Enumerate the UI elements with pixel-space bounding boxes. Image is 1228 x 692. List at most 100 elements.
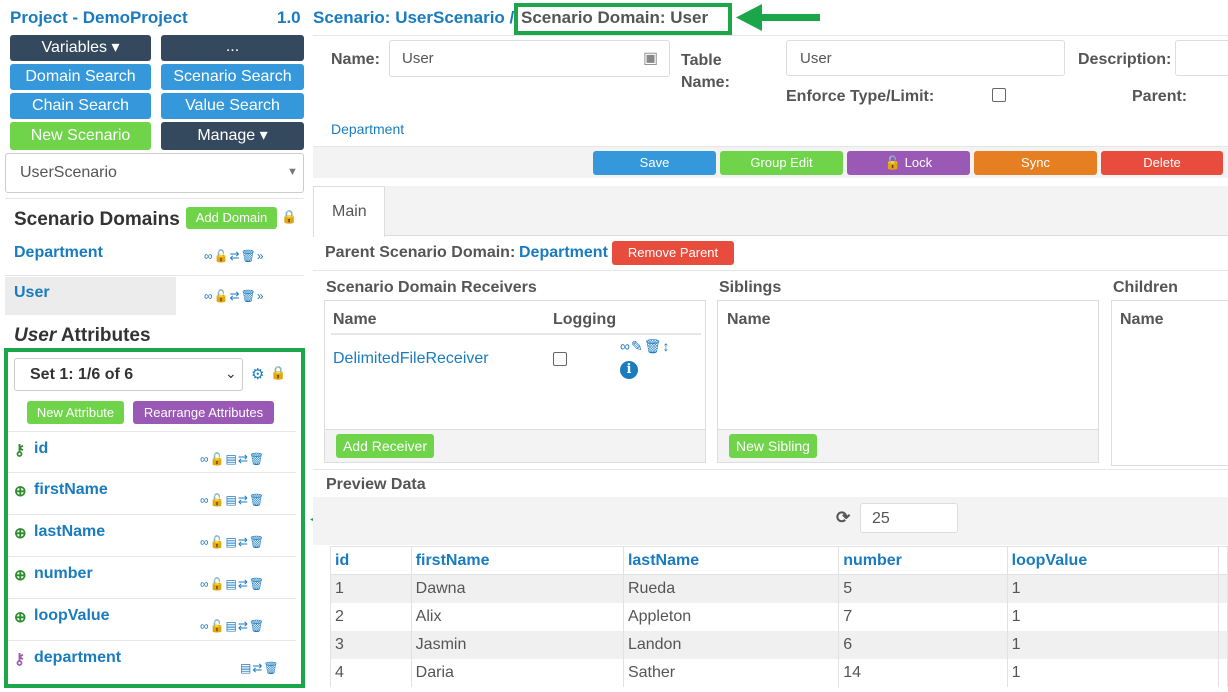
table-cell: Daria bbox=[410, 658, 624, 687]
key-icon: ⚷ bbox=[14, 442, 25, 459]
trash-icon[interactable]: 🗑 bbox=[249, 452, 265, 466]
table-row: 2 Alix Appleton 7 1 bbox=[330, 602, 1228, 631]
trash-icon[interactable]: 🗑 bbox=[249, 493, 265, 507]
breadcrumb-scenario[interactable]: Scenario: UserScenario / bbox=[313, 8, 514, 28]
description-input[interactable] bbox=[1175, 40, 1228, 76]
unlock-icon[interactable]: 🔓 bbox=[210, 619, 226, 633]
move-vertical-icon[interactable]: ↕ bbox=[663, 338, 671, 354]
swap-icon[interactable]: ⇄ bbox=[230, 249, 241, 263]
unlock-icon[interactable]: 🔓 bbox=[210, 493, 226, 507]
attribute-set-select[interactable]: Set 1: 1/6 of 6 ⌄ bbox=[14, 358, 243, 391]
settings-icon[interactable]: ⚙ bbox=[251, 365, 264, 383]
lock-icon[interactable]: 🔒 bbox=[281, 209, 297, 225]
receiver-logging-checkbox[interactable] bbox=[553, 352, 567, 366]
group-edit-button[interactable]: Group Edit bbox=[720, 151, 843, 175]
trash-icon[interactable]: 🗑 bbox=[249, 577, 265, 591]
swap-icon[interactable]: ⇄ bbox=[238, 452, 249, 466]
sync-button[interactable]: Sync bbox=[974, 151, 1097, 175]
attribute-row-firstname[interactable]: ⊕ firstName ∞🔓▤⇄🗑 bbox=[8, 473, 296, 515]
remove-parent-button[interactable]: Remove Parent bbox=[612, 241, 734, 265]
parent-domain-link[interactable]: Department bbox=[519, 244, 608, 262]
trash-icon[interactable]: 🗑 bbox=[644, 338, 663, 355]
attribute-row-lastname[interactable]: ⊕ lastName ∞🔓▤⇄🗑 bbox=[8, 515, 296, 557]
attribute-row-loopvalue[interactable]: ⊕ loopValue ∞🔓▤⇄🗑 bbox=[8, 599, 296, 641]
pencil-icon[interactable]: ✎ bbox=[631, 338, 644, 355]
trash-icon[interactable]: 🗑 bbox=[249, 619, 265, 633]
parent-link[interactable]: Department bbox=[331, 121, 404, 137]
unlock-icon[interactable]: 🔓 bbox=[210, 535, 226, 549]
add-receiver-button[interactable]: Add Receiver bbox=[336, 434, 434, 458]
more-button[interactable]: ... bbox=[161, 35, 304, 61]
scenario-search-button[interactable]: Scenario Search bbox=[161, 64, 304, 90]
swap-icon[interactable]: ⇄ bbox=[238, 577, 249, 591]
attribute-row-number[interactable]: ⊕ number ∞🔓▤⇄🗑 bbox=[8, 557, 296, 599]
unlock-icon[interactable]: 🔓 bbox=[210, 452, 226, 466]
link-icon[interactable]: ∞ bbox=[204, 289, 214, 303]
unlock-icon[interactable]: 🔓 bbox=[214, 249, 230, 263]
swap-icon[interactable]: ⇄ bbox=[238, 619, 249, 633]
link-icon[interactable]: ∞ bbox=[200, 452, 210, 466]
copy-icon[interactable]: ▤ bbox=[240, 661, 252, 675]
swap-icon[interactable]: ⇄ bbox=[230, 289, 241, 303]
attribute-actions: ∞🔓▤⇄🗑 bbox=[200, 535, 265, 549]
trash-icon[interactable]: 🗑 bbox=[241, 289, 257, 303]
info-icon[interactable]: i bbox=[620, 361, 638, 379]
copy-icon[interactable]: ▤ bbox=[226, 577, 238, 591]
copy-icon[interactable]: ▤ bbox=[226, 452, 238, 466]
column-header[interactable]: lastName bbox=[622, 546, 840, 575]
column-header[interactable]: id bbox=[330, 546, 412, 575]
trash-icon[interactable]: 🗑 bbox=[263, 661, 279, 675]
column-header[interactable]: loopValue bbox=[1006, 546, 1219, 575]
enforce-type-checkbox[interactable] bbox=[992, 88, 1006, 102]
refresh-icon[interactable]: ⟳ bbox=[836, 508, 850, 528]
table-name-label-line2: Name: bbox=[681, 74, 730, 91]
receiver-name-link[interactable]: DelimitedFileReceiver bbox=[333, 350, 489, 368]
link-icon[interactable]: ∞ bbox=[204, 249, 214, 263]
domain-search-button[interactable]: Domain Search bbox=[10, 64, 151, 90]
chevrons-down-icon[interactable]: » bbox=[257, 249, 265, 263]
new-sibling-button[interactable]: New Sibling bbox=[729, 434, 817, 458]
link-icon[interactable]: ∞ bbox=[620, 338, 631, 354]
column-header[interactable]: firstName bbox=[410, 546, 624, 575]
name-input[interactable]: User ▣ bbox=[389, 40, 670, 77]
lock-icon[interactable]: 🔒 bbox=[270, 365, 286, 381]
copy-icon[interactable]: ▤ bbox=[226, 535, 238, 549]
manage-dropdown-button[interactable]: Manage ▾ bbox=[161, 122, 304, 150]
tab-main[interactable]: Main bbox=[313, 186, 385, 237]
scenario-select[interactable]: UserScenario ▼ bbox=[5, 153, 304, 193]
attribute-name: lastName bbox=[34, 523, 106, 540]
table-row: 3 Jasmin Landon 6 1 bbox=[330, 630, 1228, 659]
link-icon[interactable]: ∞ bbox=[200, 619, 210, 633]
chain-search-button[interactable]: Chain Search bbox=[10, 93, 151, 119]
delete-button[interactable]: Delete bbox=[1101, 151, 1223, 175]
variables-dropdown-button[interactable]: Variables ▾ bbox=[10, 35, 151, 61]
table-name-input[interactable]: User bbox=[786, 40, 1065, 76]
link-icon[interactable]: ∞ bbox=[200, 535, 210, 549]
chevrons-down-icon[interactable]: » bbox=[257, 289, 265, 303]
breadcrumb-domain: Scenario Domain: User bbox=[521, 8, 709, 27]
unlock-icon[interactable]: 🔓 bbox=[210, 577, 226, 591]
swap-icon[interactable]: ⇄ bbox=[252, 661, 263, 675]
unlock-icon[interactable]: 🔓 bbox=[214, 289, 230, 303]
copy-icon[interactable]: ▤ bbox=[226, 619, 238, 633]
trash-icon[interactable]: 🗑 bbox=[249, 535, 265, 549]
attributes-heading-rest: Attributes bbox=[56, 325, 151, 346]
attribute-row-department[interactable]: ⚷ department ▤⇄🗑 bbox=[8, 641, 296, 683]
lock-button[interactable]: 🔓 Lock bbox=[847, 151, 970, 175]
column-header[interactable]: number bbox=[838, 546, 1008, 575]
add-domain-button[interactable]: Add Domain bbox=[186, 207, 277, 229]
domain-item-user[interactable]: User bbox=[5, 277, 176, 315]
trash-icon[interactable]: 🗑 bbox=[241, 249, 257, 263]
rearrange-attributes-button[interactable]: Rearrange Attributes bbox=[133, 401, 274, 424]
preview-count-input[interactable]: 25 bbox=[860, 503, 958, 533]
link-icon[interactable]: ∞ bbox=[200, 577, 210, 591]
save-button[interactable]: Save bbox=[593, 151, 716, 175]
swap-icon[interactable]: ⇄ bbox=[238, 493, 249, 507]
copy-icon[interactable]: ▤ bbox=[226, 493, 238, 507]
new-scenario-button[interactable]: New Scenario bbox=[10, 122, 151, 150]
link-icon[interactable]: ∞ bbox=[200, 493, 210, 507]
attribute-row-id[interactable]: ⚷ id ∞🔓▤⇄🗑 bbox=[8, 431, 296, 473]
new-attribute-button[interactable]: New Attribute bbox=[27, 401, 124, 424]
swap-icon[interactable]: ⇄ bbox=[238, 535, 249, 549]
value-search-button[interactable]: Value Search bbox=[161, 93, 304, 119]
